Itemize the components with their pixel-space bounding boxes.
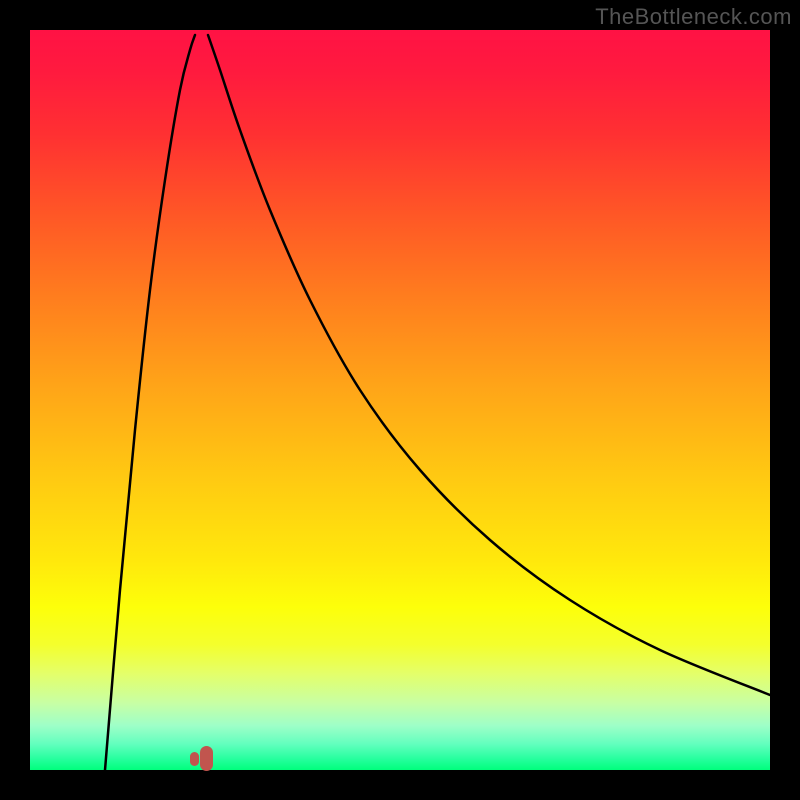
optimum-marker-dot bbox=[190, 752, 199, 766]
bottleneck-curve bbox=[30, 30, 770, 770]
optimum-marker-hook bbox=[200, 746, 213, 771]
watermark-text: TheBottleneck.com bbox=[595, 4, 792, 30]
plot-frame bbox=[30, 30, 770, 770]
